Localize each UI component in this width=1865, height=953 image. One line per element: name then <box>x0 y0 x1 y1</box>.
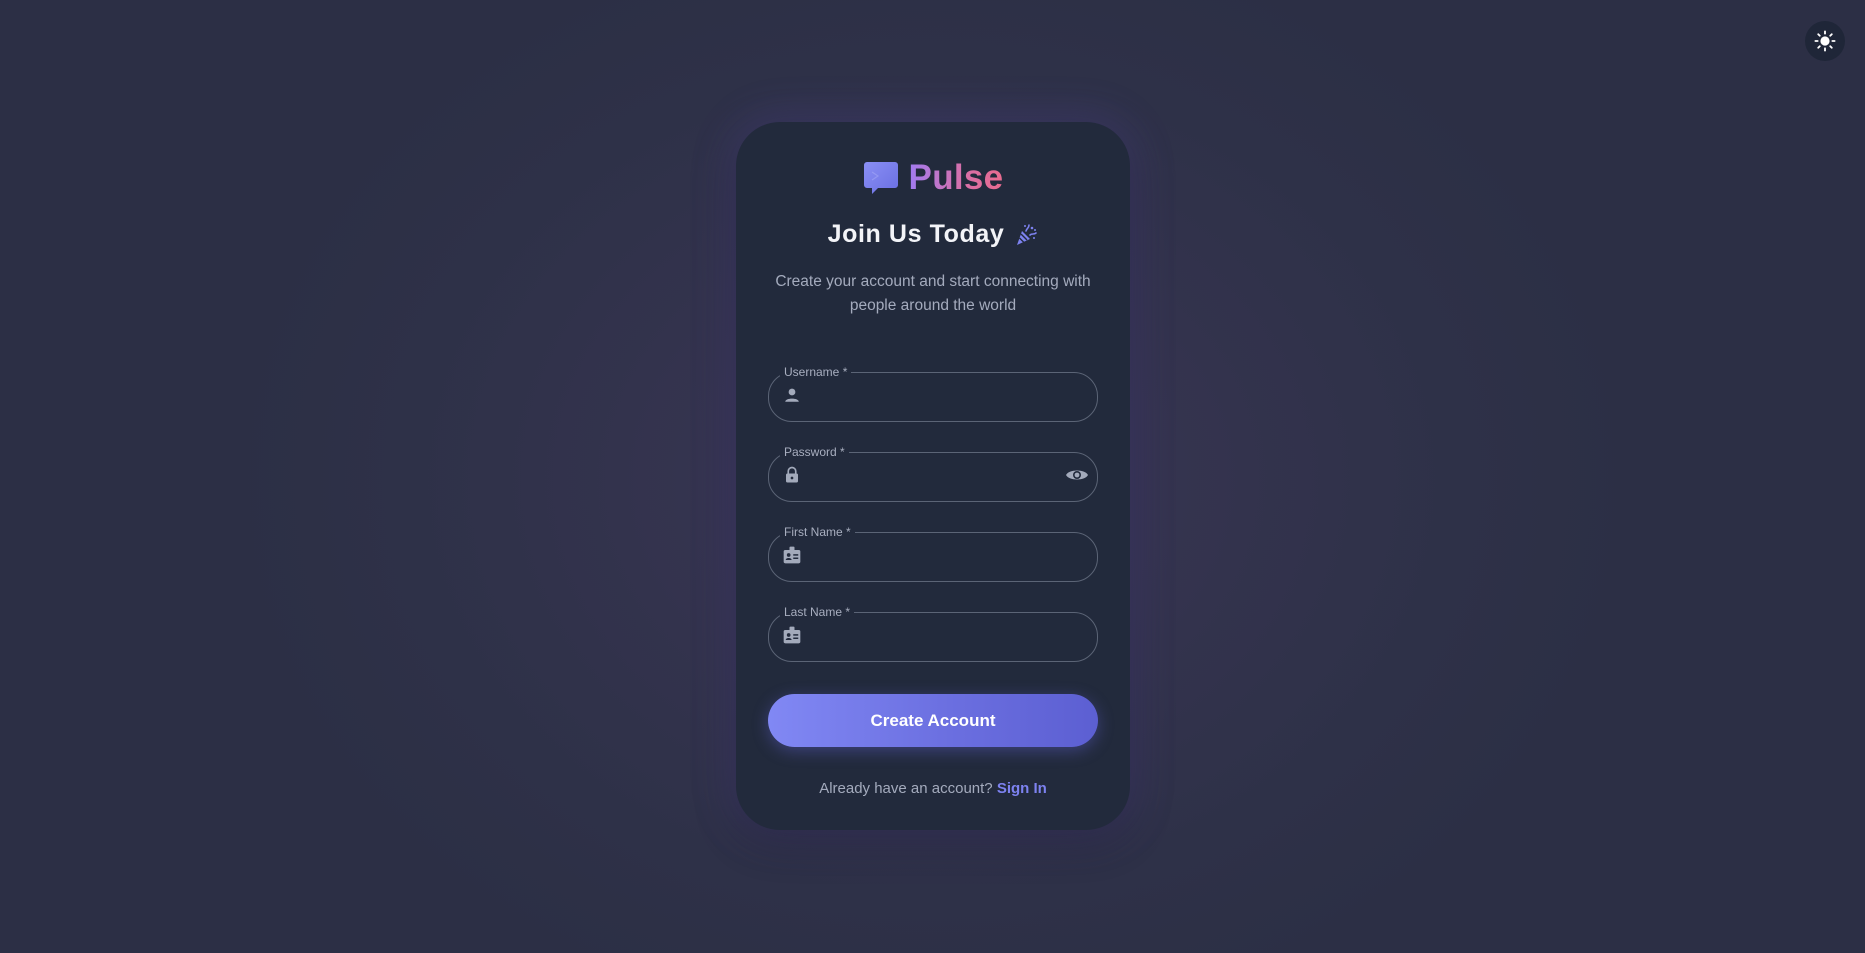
first-name-label: First Name * <box>784 525 851 539</box>
username-input[interactable] <box>818 378 1038 414</box>
theme-toggle-button[interactable] <box>1805 21 1845 61</box>
username-field: Username * <box>768 366 1098 422</box>
first-name-field: First Name * <box>768 526 1098 582</box>
sun-icon <box>1814 30 1836 52</box>
page-title: Join Us Today <box>827 220 1005 248</box>
last-name-field: Last Name * <box>768 606 1098 662</box>
signup-card: Pulse Join Us Today Create your account … <box>736 122 1130 830</box>
last-name-input[interactable] <box>818 618 1038 654</box>
last-name-label: Last Name * <box>784 605 851 619</box>
create-account-button[interactable]: Create Account <box>768 694 1098 747</box>
password-label: Password * <box>784 445 845 459</box>
signin-prompt: Already have an account? Sign In <box>736 780 1130 797</box>
password-input[interactable] <box>818 458 1038 494</box>
brand-logo: Pulse <box>736 158 1130 198</box>
username-label: Username * <box>784 365 848 379</box>
first-name-input[interactable] <box>818 538 1038 574</box>
eye-icon[interactable] <box>1065 463 1089 487</box>
id-card-icon <box>782 545 802 565</box>
party-popper-icon <box>1017 223 1038 245</box>
chat-bubble-icon <box>863 162 898 194</box>
page-heading: Join Us Today <box>736 220 1130 249</box>
brand-name: Pulse <box>908 158 1004 197</box>
id-card-icon <box>782 625 802 645</box>
user-icon <box>782 385 802 405</box>
lock-icon <box>782 465 802 485</box>
signin-link[interactable]: Sign In <box>997 780 1047 797</box>
signin-prompt-text: Already have an account? <box>819 780 997 797</box>
page-subtitle: Create your account and start connecting… <box>775 273 1091 314</box>
password-field: Password * <box>768 446 1098 502</box>
